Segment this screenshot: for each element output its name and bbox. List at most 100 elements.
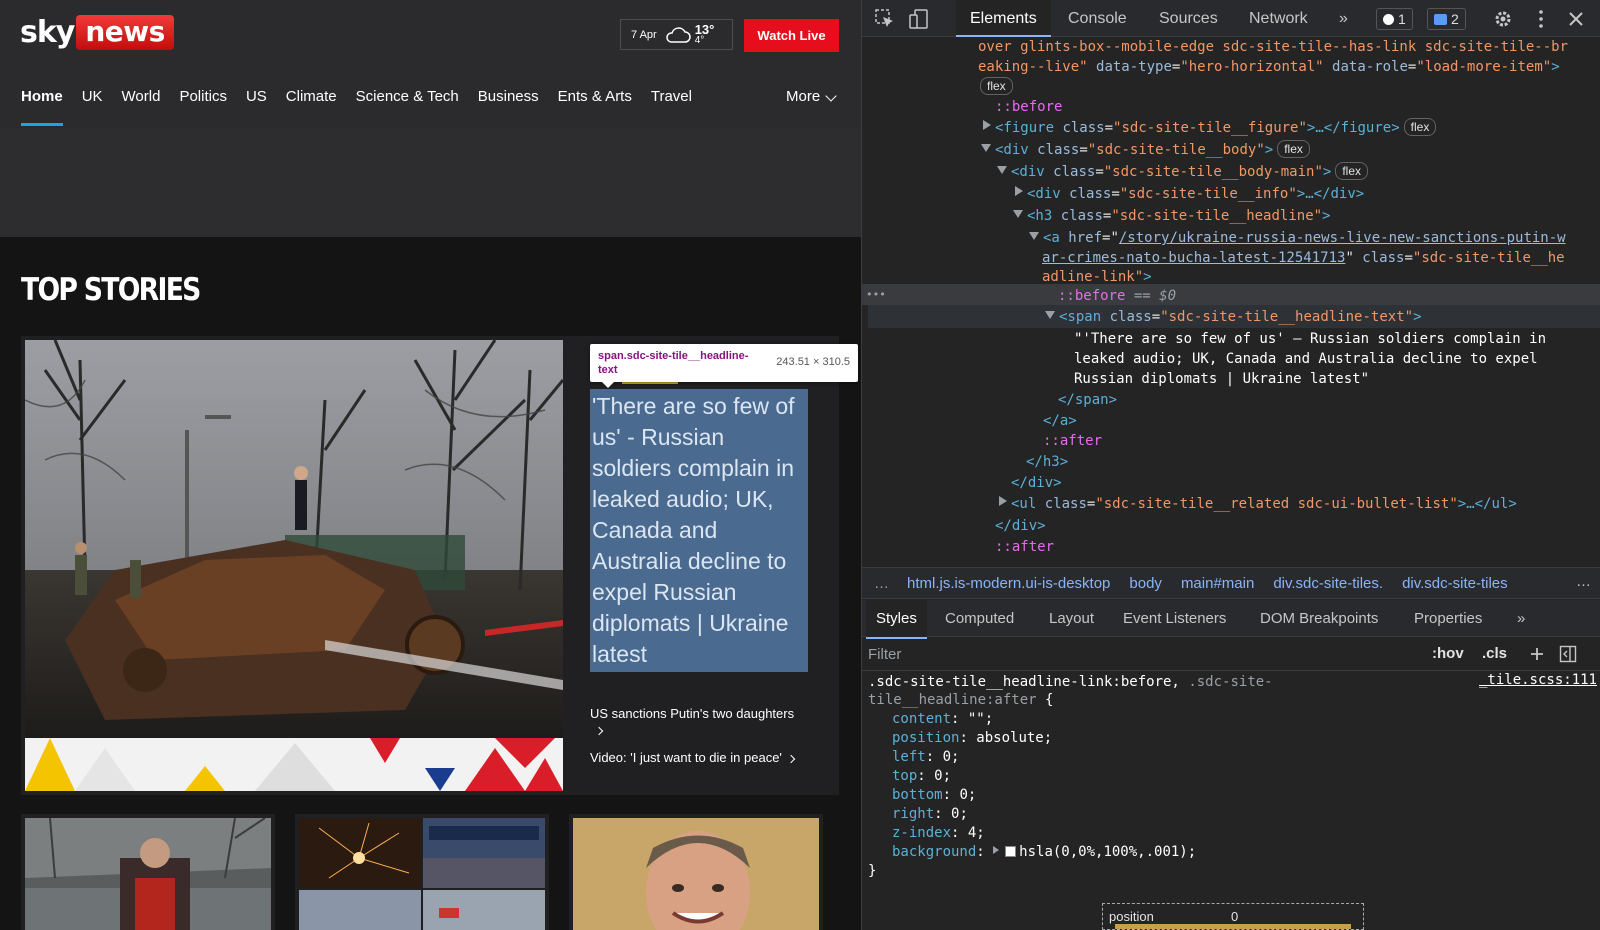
href-link[interactable]: ar-crimes-nato-bucha-latest-12541713 <box>1042 250 1345 266</box>
device-toolbar-icon[interactable] <box>908 8 930 30</box>
css-property[interactable]: bottom: 0; <box>892 785 976 805</box>
expand-triangle-icon[interactable] <box>983 120 991 130</box>
breadcrumb-item[interactable]: div.sdc-site-tiles <box>1402 575 1508 592</box>
breadcrumb-item[interactable]: div.sdc-site-tiles. <box>1273 575 1383 592</box>
weather-widget[interactable]: 7 Apr 13° 4° <box>620 19 733 50</box>
expand-triangle-icon[interactable] <box>999 496 1007 506</box>
dom-text-node[interactable]: "'There are so few of us' – Russian sold… <box>1074 329 1546 349</box>
tab-properties[interactable]: Properties <box>1414 600 1482 637</box>
dom-line[interactable]: ::after <box>1043 431 1102 451</box>
inspect-element-icon[interactable] <box>874 8 896 30</box>
dom-line[interactable]: <div class="sdc-site-tile__body-main"> fl… <box>997 162 1369 182</box>
dom-line[interactable]: ::after <box>995 537 1054 557</box>
crumb-overflow-left[interactable]: … <box>874 575 889 592</box>
collapse-triangle-icon[interactable] <box>1045 311 1055 319</box>
css-property[interactable]: content: ""; <box>892 709 993 729</box>
flex-badge[interactable]: flex <box>1403 118 1437 136</box>
styles-filter-input[interactable] <box>868 642 1408 667</box>
dom-line[interactable]: <div class="sdc-site-tile__body"> flex <box>981 140 1310 160</box>
message-count-badge[interactable]: 2 <box>1427 8 1466 30</box>
story-card-image[interactable] <box>299 818 545 930</box>
breadcrumb-item[interactable]: body <box>1129 575 1162 592</box>
nav-item-us[interactable]: US <box>246 88 267 128</box>
hero-tile[interactable]: 'There are so few of us' - Russian soldi… <box>21 336 839 795</box>
nav-item-world[interactable]: World <box>122 88 161 128</box>
css-property[interactable]: position: absolute; <box>892 728 1052 748</box>
hero-image[interactable] <box>25 340 563 738</box>
dom-line[interactable]: ::before <box>995 97 1062 117</box>
dom-line[interactable]: </span> <box>1058 390 1117 410</box>
dom-line[interactable]: <figure class="sdc-site-tile__figure">…<… <box>983 118 1437 138</box>
tab-console[interactable]: Console <box>1068 0 1127 37</box>
collapse-triangle-icon[interactable] <box>981 144 991 152</box>
hero-headline-link[interactable]: 'There are so few of us' - Russian soldi… <box>590 389 808 672</box>
css-rule-block[interactable]: .sdc-site-tile__headline-link:before, .s… <box>862 672 1600 882</box>
expand-triangle-icon[interactable] <box>993 846 1000 854</box>
related-link[interactable]: Video: 'I just want to die in peace' <box>590 750 810 766</box>
dom-line[interactable]: <a href="/story/ukraine-russia-news-live… <box>1029 228 1566 248</box>
cls-toggle[interactable]: .cls <box>1482 645 1507 662</box>
story-card-image[interactable] <box>573 818 819 930</box>
dom-line[interactable]: </div> <box>995 516 1046 536</box>
tab-event-listeners[interactable]: Event Listeners <box>1123 600 1226 637</box>
story-card-image[interactable] <box>25 818 271 930</box>
story-card[interactable] <box>295 814 549 930</box>
css-property[interactable]: background: hsla(0,0%,100%,.001); <box>892 842 1196 862</box>
dom-line[interactable]: <span class="sdc-site-tile__headline-tex… <box>1045 307 1422 327</box>
hov-toggle[interactable]: :hov <box>1432 645 1464 662</box>
css-property[interactable]: top: 0; <box>892 766 951 786</box>
nav-item-politics[interactable]: Politics <box>179 88 227 128</box>
dom-line[interactable]: adline-link"> <box>1042 267 1152 287</box>
nav-item-home[interactable]: Home <box>21 88 63 128</box>
nav-item-business[interactable]: Business <box>478 88 539 128</box>
nav-item-uk[interactable]: UK <box>82 88 103 128</box>
collapse-triangle-icon[interactable] <box>1013 210 1023 218</box>
crumb-overflow-right[interactable]: … <box>1576 573 1591 590</box>
close-icon[interactable] <box>1565 8 1587 30</box>
dom-line[interactable]: ar-crimes-nato-bucha-latest-12541713" cl… <box>1042 248 1565 268</box>
box-model-diagram[interactable]: position 0 <box>1102 903 1364 930</box>
settings-gear-icon[interactable] <box>1492 8 1514 30</box>
more-tabs-icon[interactable]: » <box>1339 0 1348 37</box>
tab-computed[interactable]: Computed <box>945 600 1014 637</box>
breadcrumb-item[interactable]: main#main <box>1181 575 1254 592</box>
dom-line[interactable]: flex <box>980 77 1013 97</box>
kebab-menu-icon[interactable] <box>1530 8 1552 30</box>
tab-styles[interactable]: Styles <box>866 600 927 639</box>
related-link[interactable]: US sanctions Putin's two daughters <box>590 706 810 738</box>
story-card[interactable] <box>569 814 823 930</box>
expand-triangle-icon[interactable] <box>1015 186 1023 196</box>
css-property[interactable]: z-index: 4; <box>892 823 985 843</box>
dom-text-node[interactable]: Russian diplomats | Ukraine latest" <box>1074 369 1369 389</box>
css-property[interactable]: right: 0; <box>892 804 968 824</box>
error-count-badge[interactable]: 1 <box>1376 8 1413 30</box>
dom-row-menu-icon[interactable]: ••• <box>866 285 886 305</box>
flex-badge[interactable]: flex <box>980 77 1013 95</box>
dom-line[interactable]: over glints-box--mobile-edge sdc-site-ti… <box>978 37 1568 57</box>
nav-item-ents-arts[interactable]: Ents & Arts <box>558 88 632 128</box>
dom-line[interactable]: </div> <box>1011 473 1062 493</box>
nav-item-science-tech[interactable]: Science & Tech <box>356 88 459 128</box>
sky-news-logo[interactable]: sky news <box>20 14 174 50</box>
dom-line-selected[interactable]: ::before == $0 <box>1058 286 1176 306</box>
dom-line[interactable]: </h3> <box>1026 452 1068 472</box>
tab-dom-breakpoints[interactable]: DOM Breakpoints <box>1260 600 1378 637</box>
collapse-triangle-icon[interactable] <box>997 166 1007 174</box>
tab-network[interactable]: Network <box>1249 0 1308 37</box>
color-swatch[interactable] <box>1005 846 1017 857</box>
watch-live-button[interactable]: Watch Live <box>744 19 839 52</box>
more-tabs-icon[interactable]: » <box>1517 600 1525 637</box>
rule-selector[interactable]: .sdc-site-tile__headline-link:before, .s… <box>868 672 1273 692</box>
rule-source-link[interactable]: _tile.scss:111 <box>1479 672 1597 688</box>
dom-text-node[interactable]: leaked audio; UK, Canada and Australia d… <box>1074 349 1538 369</box>
dom-line[interactable]: <h3 class="sdc-site-tile__headline"> <box>1013 206 1330 226</box>
css-property[interactable]: left: 0; <box>892 747 959 767</box>
dom-tree[interactable]: over glints-box--mobile-edge sdc-site-ti… <box>862 37 1600 567</box>
dom-line[interactable]: eaking--live" data-type="hero-horizontal… <box>978 57 1560 77</box>
href-link[interactable]: /story/ukraine-russia-news-live-new-sanc… <box>1119 230 1566 246</box>
add-rule-icon[interactable] <box>1529 646 1545 662</box>
dom-line[interactable]: <div class="sdc-site-tile__info">…</div> <box>1015 184 1364 204</box>
tab-elements[interactable]: Elements <box>956 0 1051 37</box>
collapse-triangle-icon[interactable] <box>1029 232 1039 240</box>
nav-item-climate[interactable]: Climate <box>286 88 337 128</box>
